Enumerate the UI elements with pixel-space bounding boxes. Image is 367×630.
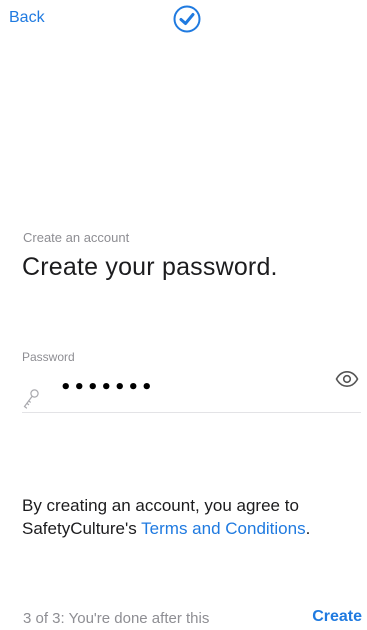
agreement-suffix: . bbox=[305, 519, 311, 538]
key-icon bbox=[23, 389, 39, 409]
password-input[interactable] bbox=[60, 372, 290, 402]
terms-and-conditions-link[interactable]: Terms and Conditions bbox=[141, 519, 305, 538]
create-password-screen: Back Create an account Create your passw… bbox=[0, 0, 367, 630]
back-button[interactable]: Back bbox=[9, 9, 45, 27]
page-title: Create your password. bbox=[22, 253, 278, 281]
terms-agreement-text: By creating an account, you agree to Saf… bbox=[22, 494, 357, 540]
password-label: Password bbox=[22, 350, 75, 364]
eye-icon[interactable] bbox=[335, 370, 359, 388]
checkmark-circle-icon bbox=[173, 5, 201, 33]
create-button[interactable]: Create bbox=[312, 608, 362, 626]
page-subtitle: Create an account bbox=[23, 230, 130, 245]
step-indicator: 3 of 3: You're done after this bbox=[23, 610, 210, 627]
password-field: Password bbox=[22, 350, 361, 413]
